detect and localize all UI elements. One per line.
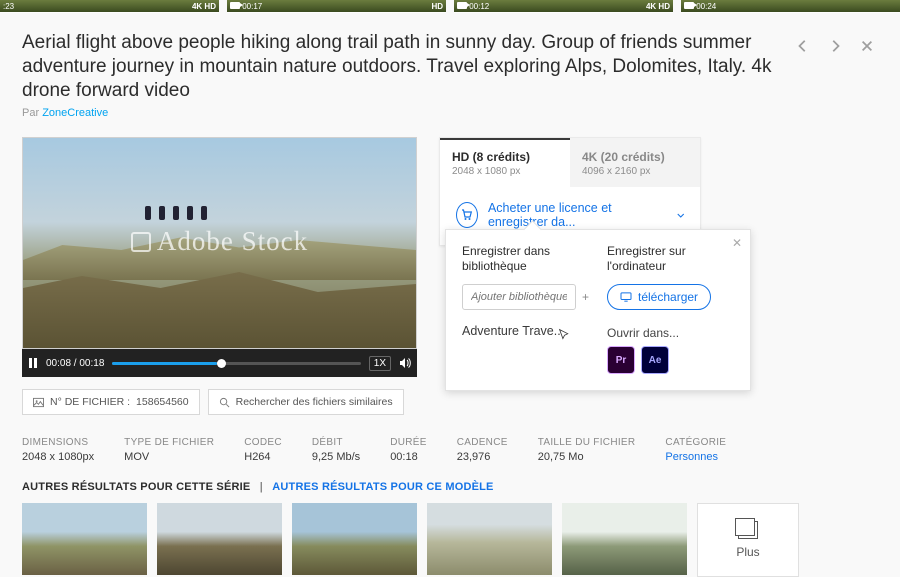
top-thumbnail-strip: :234K HD 00:17HD 00:124K HD 00:24 xyxy=(0,0,900,13)
save-popover: ✕ Enregistrer dans bibliothèque + Advent… xyxy=(445,229,751,391)
prev-asset-button[interactable] xyxy=(792,35,814,57)
playhead-time: 00:08 / 00:18 xyxy=(46,358,104,369)
save-computer-heading: Enregistrer sur l'ordinateur xyxy=(607,244,734,274)
watermark: Adobe Stock xyxy=(23,226,416,257)
monitor-icon xyxy=(620,292,632,302)
specs-row: DIMENSIONS2048 x 1080px TYPE DE FICHIERM… xyxy=(22,437,878,463)
cursor-icon xyxy=(558,328,571,341)
save-library-heading: Enregistrer dans bibliothèque xyxy=(462,244,589,274)
search-icon xyxy=(219,397,230,408)
next-asset-button[interactable] xyxy=(824,35,846,57)
asset-title: Aerial flight above people hiking along … xyxy=(22,31,774,103)
volume-icon[interactable] xyxy=(399,357,411,369)
stack-icon xyxy=(738,521,758,539)
strip-thumb[interactable]: 00:17HD xyxy=(227,0,446,13)
related-thumb[interactable] xyxy=(427,503,552,575)
download-button[interactable]: télécharger xyxy=(607,284,711,310)
related-thumb[interactable] xyxy=(562,503,687,575)
category-link[interactable]: Personnes xyxy=(665,451,726,463)
pause-button[interactable] xyxy=(28,358,38,368)
series-results-heading: AUTRES RÉSULTATS POUR CETTE SÉRIE xyxy=(22,481,250,493)
related-thumbs: Plus xyxy=(22,503,878,577)
camera-icon xyxy=(457,2,467,9)
close-button[interactable] xyxy=(856,35,878,57)
add-library-input[interactable] xyxy=(462,284,576,310)
open-in-label: Ouvrir dans... xyxy=(607,326,734,340)
camera-icon xyxy=(230,2,240,9)
tab-hd[interactable]: HD (8 crédits) 2048 x 1080 px xyxy=(440,138,570,187)
tab-4k[interactable]: 4K (20 crédits) 4096 x 2160 px xyxy=(570,138,700,187)
strip-thumb[interactable]: 00:24 xyxy=(681,0,900,13)
add-library-plus-button[interactable]: + xyxy=(582,290,589,304)
find-similar-pill[interactable]: Rechercher des fichiers similaires xyxy=(208,389,404,415)
related-thumb[interactable] xyxy=(22,503,147,575)
license-and-save-button[interactable]: Acheter une licence et enregistrer da... xyxy=(456,201,684,229)
app-premiere-button[interactable]: Pr xyxy=(607,346,635,374)
image-icon xyxy=(33,397,44,408)
app-aftereffects-button[interactable]: Ae xyxy=(641,346,669,374)
progress-bar[interactable] xyxy=(112,362,360,365)
author-link[interactable]: ZoneCreative xyxy=(42,107,108,119)
byline: Par ZoneCreative xyxy=(22,107,774,119)
video-preview[interactable]: Adobe Stock xyxy=(22,137,417,349)
speed-toggle[interactable]: 1X xyxy=(369,356,391,371)
chevron-down-icon xyxy=(677,211,684,220)
strip-thumb[interactable]: 00:124K HD xyxy=(454,0,673,13)
related-thumb[interactable] xyxy=(292,503,417,575)
strip-thumb[interactable]: :234K HD xyxy=(0,0,219,13)
cart-icon xyxy=(456,202,478,228)
popover-close-button[interactable]: ✕ xyxy=(732,236,742,250)
video-controls: 00:08 / 00:18 1X xyxy=(22,349,417,377)
library-item[interactable]: Adventure Trave... xyxy=(462,324,564,338)
camera-icon xyxy=(684,2,694,9)
more-results-tile[interactable]: Plus xyxy=(697,503,799,577)
file-id-pill[interactable]: N° DE FICHIER : 158654560 xyxy=(22,389,200,415)
related-thumb[interactable] xyxy=(157,503,282,575)
model-results-link[interactable]: AUTRES RÉSULTATS POUR CE MODÈLE xyxy=(272,481,493,493)
